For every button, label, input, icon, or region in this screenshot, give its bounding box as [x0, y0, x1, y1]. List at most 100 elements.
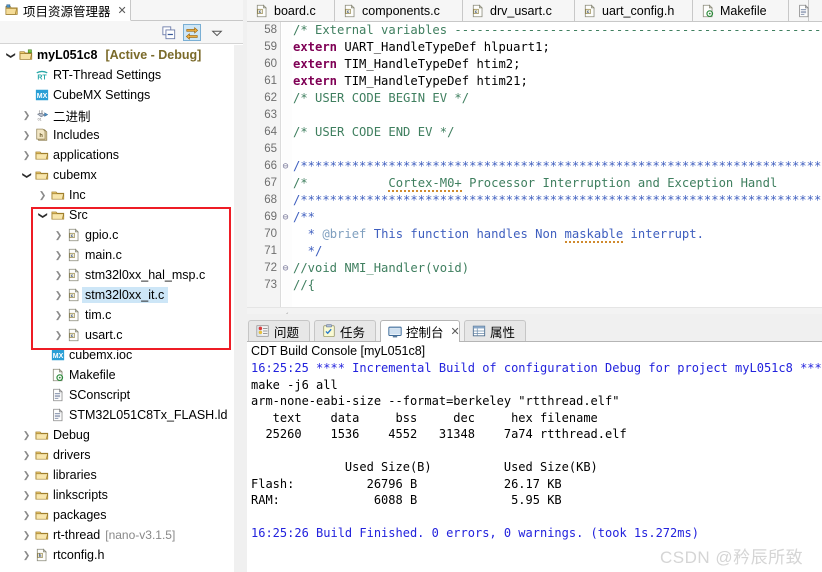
- chevron-down-icon[interactable]: ❮: [21, 169, 32, 182]
- tree-item-src[interactable]: ❮ Src: [0, 205, 234, 225]
- tree-item-main-c[interactable]: ❯ c main.c: [0, 245, 234, 265]
- tree-item-gpio-c[interactable]: ❯ c gpio.c: [0, 225, 234, 245]
- rt-thread-icon: RT: [33, 68, 50, 82]
- project-tree[interactable]: ❮ myL051c8 [Active - Debug] RT RT-Thread Set…: [0, 45, 234, 572]
- tree-item-myl051c8[interactable]: ❮ myL051c8 [Active - Debug]: [0, 45, 234, 65]
- tree-item-includes[interactable]: ❯ h Includes: [0, 125, 234, 145]
- tree-item-tim-c[interactable]: ❯ c tim.c: [0, 305, 234, 325]
- tree-item-stm32l051c8tx-flash-ld[interactable]: STM32L051C8Tx_FLASH.ld: [0, 405, 234, 425]
- tab-project-explorer[interactable]: 项目资源管理器 ✕: [0, 0, 131, 21]
- code-text: */: [293, 244, 323, 258]
- chevron-right-icon[interactable]: ❯: [20, 510, 33, 521]
- line-number: 59: [264, 41, 277, 53]
- chevron-down-icon[interactable]: ❮: [5, 49, 16, 62]
- tree-item-label: cubemx: [53, 168, 97, 182]
- text-file-icon: [797, 4, 811, 18]
- folder-icon: [49, 208, 66, 222]
- chevron-right-icon[interactable]: ❯: [20, 110, 33, 121]
- fold-toggle-icon[interactable]: ⊖: [280, 209, 291, 226]
- c-file-icon: c: [255, 4, 269, 18]
- chevron-right-icon[interactable]: ❯: [20, 430, 33, 441]
- code-text: /* USER CODE END EV */: [293, 125, 455, 139]
- tree-item-rt-thread[interactable]: ❯ rt-thread [nano-v3.1.5]: [0, 525, 234, 545]
- tree-item-debug[interactable]: ❯ Debug: [0, 425, 234, 445]
- chevron-right-icon[interactable]: ❯: [20, 530, 33, 541]
- tree-item-label: CubeMX Settings: [53, 88, 151, 102]
- tree-item-cubemx[interactable]: ❮ cubemx: [0, 165, 234, 185]
- console-tab-2[interactable]: 控制台 ✕: [380, 320, 460, 342]
- editor-tab-uart-config-h[interactable]: c uart_config.h: [575, 0, 693, 22]
- console-output[interactable]: 16:25:25 **** Incremental Build of confi…: [247, 360, 822, 572]
- collapse-all-button[interactable]: [160, 24, 178, 41]
- chevron-right-icon[interactable]: ❯: [20, 550, 33, 561]
- chevron-right-icon[interactable]: ❯: [52, 330, 65, 341]
- close-icon[interactable]: ✕: [451, 325, 460, 338]
- fold-toggle-icon[interactable]: ⊖: [280, 158, 291, 175]
- chevron-right-icon[interactable]: ❯: [52, 310, 65, 321]
- chevron-right-icon[interactable]: ❯: [20, 130, 33, 141]
- console-tab-label: 属性: [490, 325, 516, 340]
- chevron-down-icon[interactable]: ❮: [37, 209, 48, 222]
- chevron-right-icon[interactable]: ❯: [52, 270, 65, 281]
- code-line: 67 /* Cortex-M0+ Processor Interruption a…: [247, 175, 822, 192]
- link-with-editor-button[interactable]: [183, 24, 201, 41]
- tree-item-drivers[interactable]: ❯ drivers: [0, 445, 234, 465]
- tree-item-packages[interactable]: ❯ packages: [0, 505, 234, 525]
- line-number: 68: [264, 194, 277, 206]
- editor-tab-label: board.c: [274, 4, 316, 18]
- tree-item-stm32l0xx-hal-msp-c[interactable]: ❯ c stm32l0xx_hal_msp.c: [0, 265, 234, 285]
- tree-item-label: gpio.c: [85, 228, 119, 242]
- code-text: //void NMI_Handler(void): [293, 261, 470, 275]
- chevron-right-icon[interactable]: ❯: [52, 230, 65, 241]
- tree-item-rtconfig-h[interactable]: ❯ h rtconfig.h: [0, 545, 234, 565]
- tree-item-applications[interactable]: ❯ applications: [0, 145, 234, 165]
- tree-item-label: drivers: [53, 448, 91, 462]
- code-content[interactable]: 58 /* External variables ----------------…: [247, 22, 822, 307]
- tree-item-inc[interactable]: ❯ Inc: [0, 185, 234, 205]
- editor-tab-extra[interactable]: [789, 0, 809, 22]
- chevron-right-icon[interactable]: ❯: [20, 450, 33, 461]
- chevron-right-icon[interactable]: ❯: [52, 250, 65, 261]
- editor-tab-board-c[interactable]: c board.c: [247, 0, 335, 22]
- editor-tab-drv-usart-c[interactable]: c drv_usart.c: [463, 0, 575, 22]
- tree-item-label: Src: [69, 208, 88, 222]
- tree-item-cubemx-settings[interactable]: MX CubeMX Settings: [0, 85, 234, 105]
- console-line: make -j6 all: [251, 377, 338, 392]
- tree-item-rt-thread-settings[interactable]: RT RT-Thread Settings: [0, 65, 234, 85]
- editor-tab-components-c[interactable]: c components.c: [335, 0, 463, 22]
- editor-tab-makefile[interactable]: Makefile: [693, 0, 789, 22]
- tree-item-label: usart.c: [85, 328, 123, 342]
- chevron-right-icon[interactable]: ❯: [20, 150, 33, 161]
- includes-icon: h: [33, 128, 50, 142]
- line-number: 60: [264, 58, 277, 70]
- tree-item-cubemx-ioc[interactable]: MX cubemx.ioc: [0, 345, 234, 365]
- console-tab-1[interactable]: 任务: [314, 320, 376, 341]
- editor-tab-label: components.c: [362, 4, 440, 18]
- tree-item-label: libraries: [53, 468, 97, 482]
- explorer-vertical-scrollbar[interactable]: [234, 45, 243, 572]
- chevron-right-icon[interactable]: ❯: [20, 470, 33, 481]
- tree-item-linkscripts[interactable]: ❯ linkscripts: [0, 485, 234, 505]
- folder-icon: [33, 428, 50, 442]
- console-line: Flash: 26796 B 26.17 KB: [251, 476, 562, 491]
- console-tab-3[interactable]: 属性: [464, 320, 526, 341]
- tree-item--[interactable]: ❯ 10 01 二进制: [0, 105, 234, 125]
- chevron-right-icon[interactable]: ❯: [36, 190, 49, 201]
- fold-toggle-icon[interactable]: ⊖: [280, 260, 291, 277]
- console-tab-0[interactable]: 问题: [248, 320, 310, 341]
- chevron-right-icon[interactable]: ❯: [20, 490, 33, 501]
- tree-item-makefile[interactable]: Makefile: [0, 365, 234, 385]
- view-menu-button[interactable]: [208, 24, 226, 41]
- tree-item-usart-c[interactable]: ❯ c usart.c: [0, 325, 234, 345]
- code-editor[interactable]: 58 /* External variables ----------------…: [247, 22, 822, 323]
- explorer-toolbar: [0, 21, 243, 44]
- code-text: extern UART_HandleTypeDef hlpuart1;: [293, 40, 550, 54]
- chevron-right-icon[interactable]: ❯: [52, 290, 65, 301]
- tree-item-label: RT-Thread Settings: [53, 68, 162, 82]
- close-icon[interactable]: ✕: [118, 4, 127, 17]
- tree-item-stm32l0xx-it-c[interactable]: ❯ c stm32l0xx_it.c: [0, 285, 234, 305]
- tree-item-sconscript[interactable]: SConscript: [0, 385, 234, 405]
- tree-item-libraries[interactable]: ❯ libraries: [0, 465, 234, 485]
